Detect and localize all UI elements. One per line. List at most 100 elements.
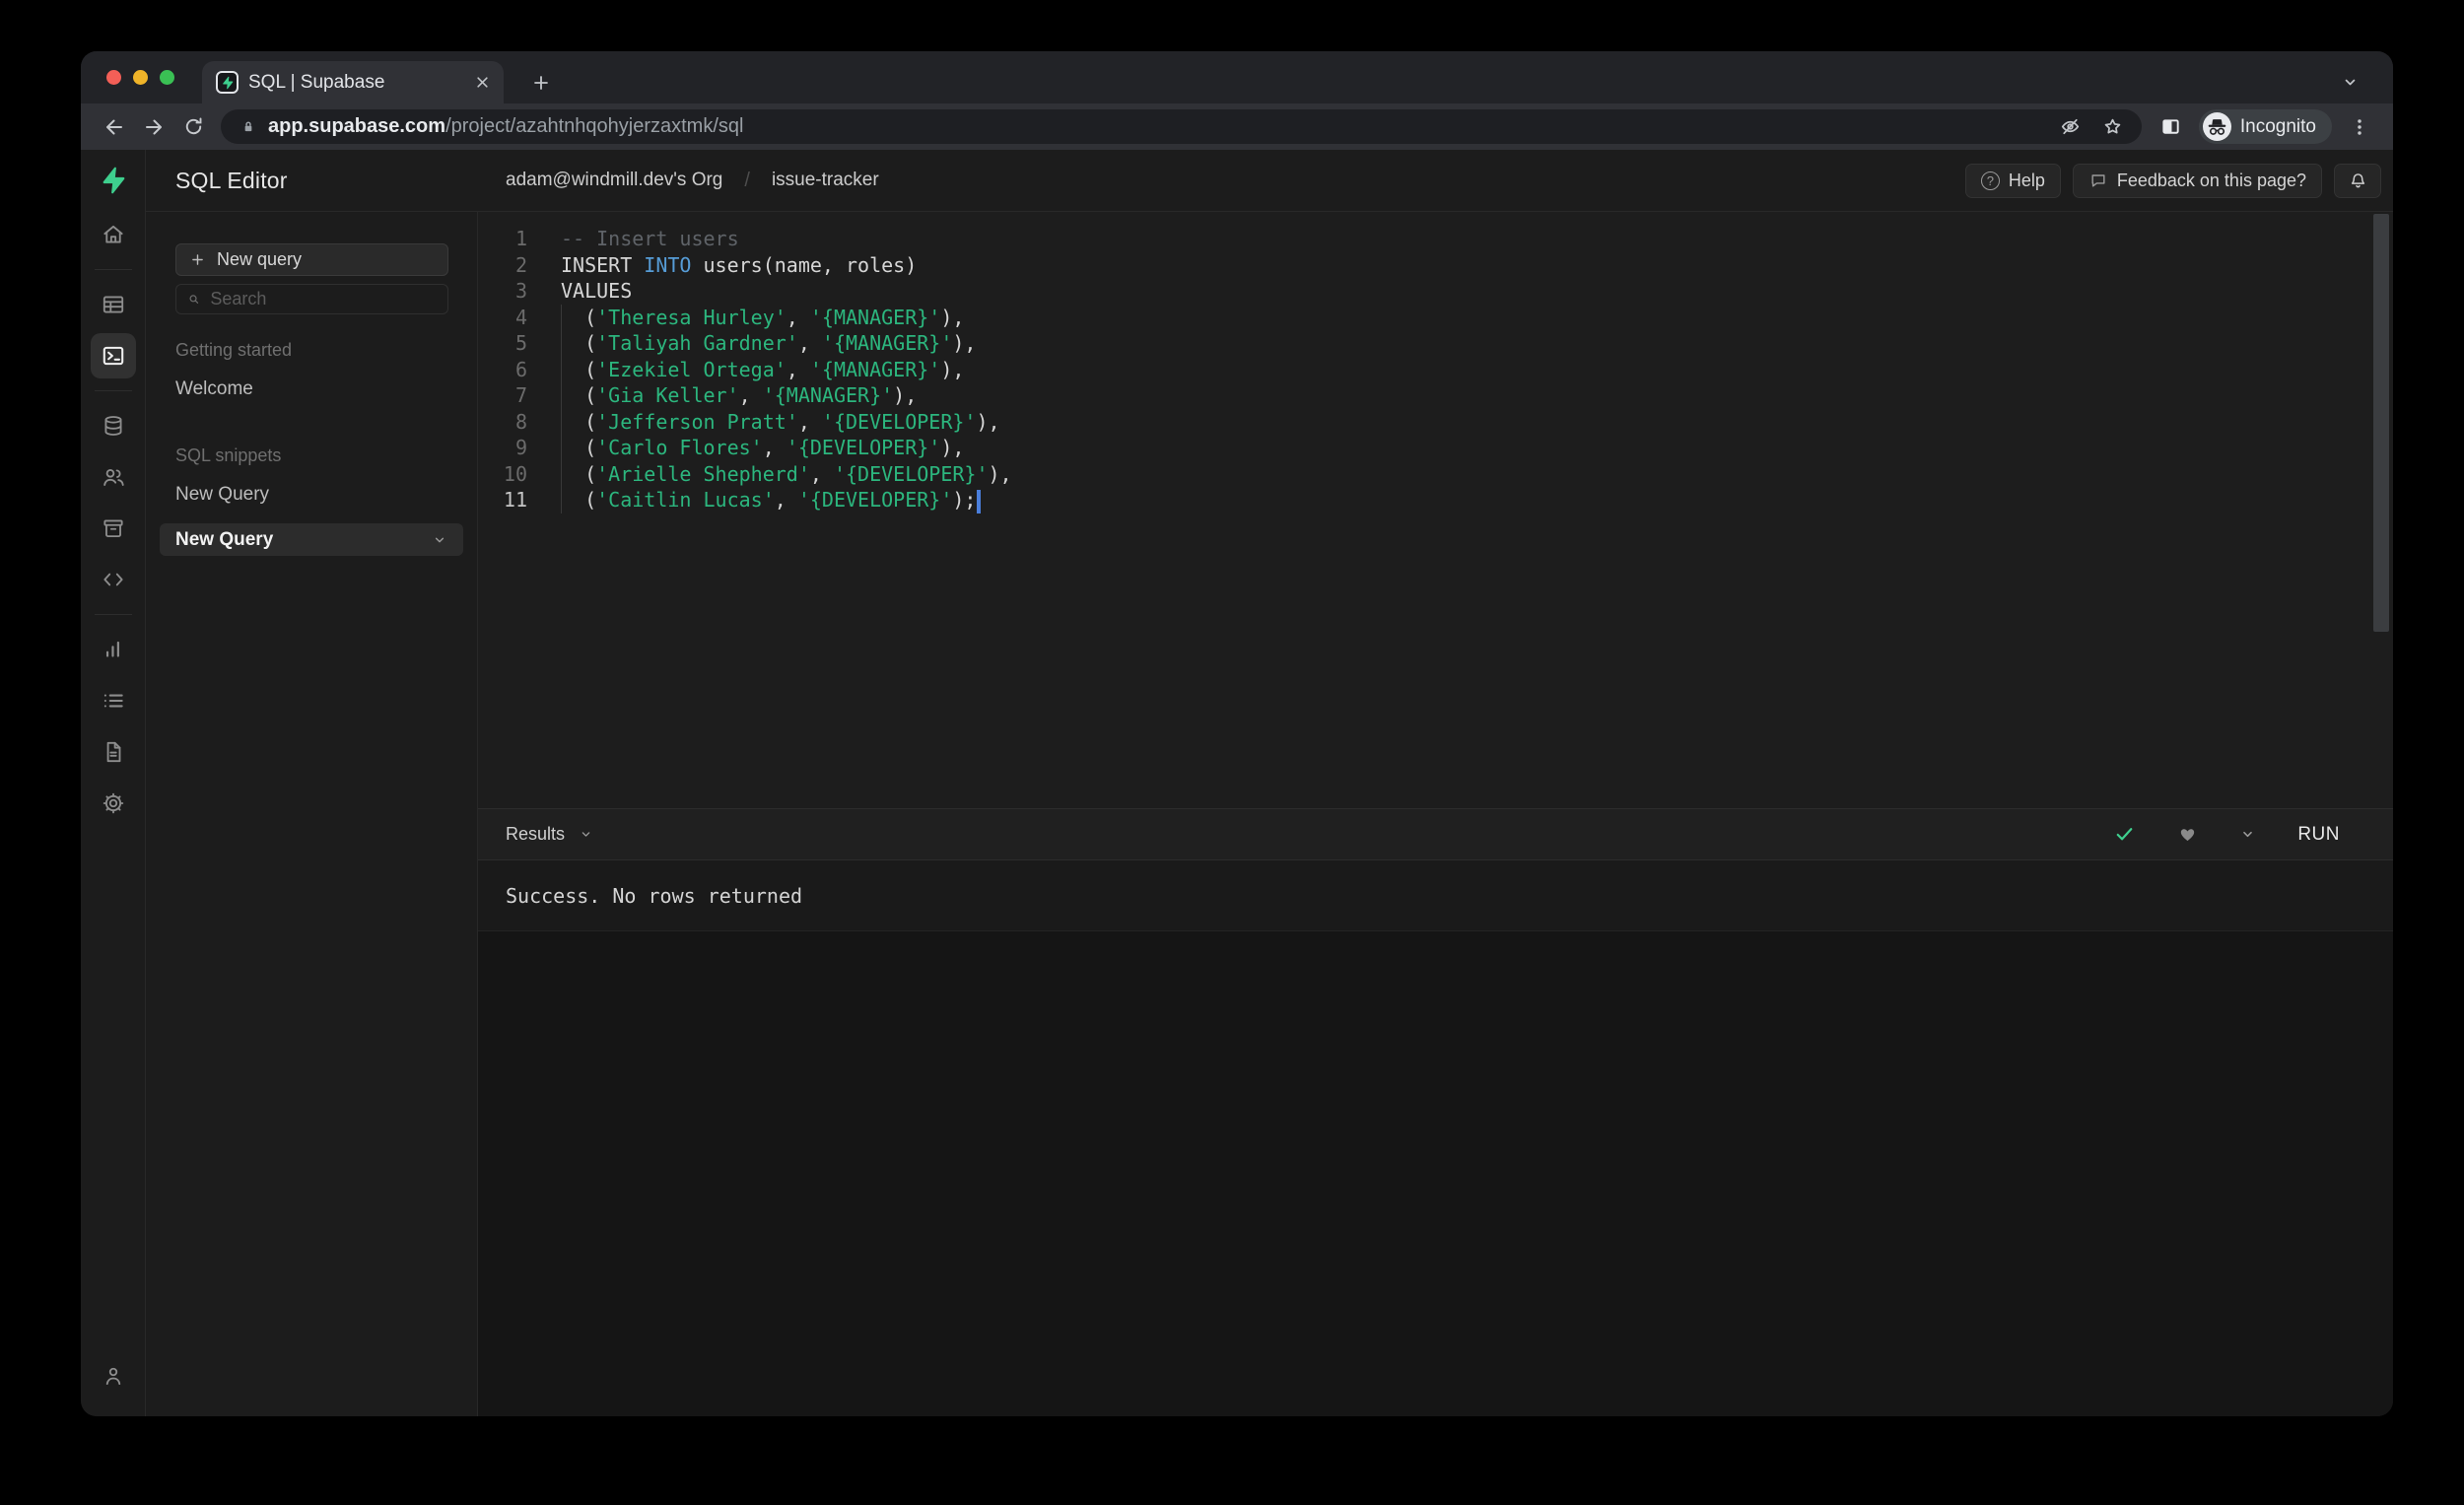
results-dropdown[interactable]: Results bbox=[506, 824, 593, 845]
logs-list-icon[interactable] bbox=[91, 678, 136, 723]
incognito-badge[interactable]: Incognito bbox=[2198, 109, 2332, 144]
code-line[interactable]: 2 INSERT INTO users(name, roles) bbox=[478, 252, 2393, 279]
reload-icon[interactable] bbox=[173, 107, 213, 147]
sidebar-item[interactable]: New Query bbox=[160, 523, 463, 556]
new-tab-icon[interactable] bbox=[521, 61, 561, 103]
chat-bubble-icon bbox=[2091, 174, 2105, 187]
chevron-down-icon bbox=[435, 537, 445, 542]
line-number: 7 bbox=[514, 383, 527, 407]
zoom-window-button[interactable] bbox=[160, 70, 174, 85]
breadcrumb-org[interactable]: adam@windmill.dev's Org bbox=[506, 170, 722, 191]
line-number: 4 bbox=[514, 305, 527, 329]
database-icon[interactable] bbox=[91, 403, 136, 448]
code-line[interactable]: 8 ('Jefferson Pratt', '{DEVELOPER}'), bbox=[478, 408, 2393, 436]
line-number: 9 bbox=[514, 436, 527, 459]
line-number: 2 bbox=[514, 252, 527, 277]
code-line[interactable]: 4 ('Theresa Hurley', '{MANAGER}'), bbox=[478, 304, 2393, 331]
macos-traffic-lights bbox=[81, 51, 174, 103]
sql-editor-icon[interactable] bbox=[90, 333, 136, 378]
code-line[interactable]: 3 VALUES bbox=[478, 278, 2393, 305]
sidebar-section-label: Getting started bbox=[175, 340, 293, 360]
code-line[interactable]: 9 ('Carlo Flores', '{DEVELOPER}'), bbox=[478, 435, 2393, 461]
line-number: 10 bbox=[503, 461, 527, 486]
settings-gear-icon[interactable] bbox=[91, 781, 136, 826]
reports-chart-icon[interactable] bbox=[91, 627, 136, 672]
close-tab-icon[interactable] bbox=[473, 73, 492, 92]
text-cursor bbox=[977, 489, 982, 513]
lock-icon bbox=[239, 117, 258, 137]
url-text: app.supabase.com/project/azahtnhqohyjerz… bbox=[268, 115, 2049, 138]
url-path: /project/azahtnhqohyjerzaxtmk/sql bbox=[445, 115, 744, 137]
code-line[interactable]: 1 -- Insert users bbox=[478, 226, 2393, 252]
line-number: 8 bbox=[514, 409, 527, 434]
help-button[interactable]: ? Help bbox=[1964, 163, 2061, 198]
main-panel: 1 -- Insert users 2 INSERT INTO users(name,… bbox=[478, 212, 2393, 1416]
address-bar[interactable]: app.supabase.com/project/azahtnhqohyjerz… bbox=[221, 109, 2142, 144]
success-check-icon bbox=[2117, 828, 2133, 841]
edge-functions-icon[interactable] bbox=[91, 557, 136, 602]
account-person-icon[interactable] bbox=[91, 1353, 136, 1399]
sidebar-item-label: Welcome bbox=[175, 378, 253, 399]
rail-divider bbox=[94, 269, 132, 270]
auth-users-icon[interactable] bbox=[91, 454, 136, 500]
line-text: ('Ezekiel Ortega', '{MANAGER}'), bbox=[561, 357, 965, 381]
table-editor-icon[interactable] bbox=[91, 282, 136, 327]
chevron-down-icon bbox=[582, 832, 590, 837]
line-number: 3 bbox=[514, 279, 527, 303]
bell-icon bbox=[2351, 172, 2364, 187]
breadcrumb-project[interactable]: issue-tracker bbox=[772, 170, 879, 191]
home-icon[interactable] bbox=[91, 212, 136, 257]
browser-window: SQL | Supabase app.supabase.com/project/… bbox=[81, 51, 2393, 1416]
eye-slash-icon[interactable] bbox=[2059, 115, 2082, 138]
run-button[interactable]: RUN bbox=[2297, 824, 2340, 846]
sidebar-section: Getting started Welcome bbox=[146, 340, 477, 410]
sidebar-item[interactable]: Welcome bbox=[146, 369, 477, 410]
code-line[interactable]: 11 ('Caitlin Lucas', '{DEVELOPER}'); bbox=[478, 487, 2393, 513]
sidebar-section: SQL snippets New Query New Query bbox=[146, 445, 477, 556]
bookmark-star-icon[interactable] bbox=[2101, 115, 2124, 138]
code-line[interactable]: 6 ('Ezekiel Ortega', '{MANAGER}'), bbox=[478, 356, 2393, 383]
close-window-button[interactable] bbox=[106, 70, 121, 85]
sidebar-item-label: New Query bbox=[175, 528, 274, 550]
feedback-button[interactable]: Feedback on this page? bbox=[2072, 163, 2322, 198]
search-input[interactable] bbox=[210, 289, 438, 309]
help-label: Help bbox=[2008, 170, 2045, 190]
browser-menu-icon[interactable] bbox=[2340, 107, 2379, 147]
side-panel-icon[interactable] bbox=[2152, 107, 2191, 147]
run-options-chevron-icon[interactable] bbox=[2239, 826, 2256, 843]
line-text: ('Taliyah Gardner', '{MANAGER}'), bbox=[561, 331, 977, 355]
sidebar-item-label: New Query bbox=[175, 484, 270, 505]
browser-toolbar: app.supabase.com/project/azahtnhqohyjerz… bbox=[81, 103, 2393, 150]
rail-divider bbox=[94, 390, 132, 391]
code-line[interactable]: 7 ('Gia Keller', '{MANAGER}'), bbox=[478, 382, 2393, 409]
app-header: SQL Editor adam@windmill.dev's Org / iss… bbox=[146, 150, 2393, 212]
new-query-button[interactable]: New query bbox=[175, 243, 448, 276]
forward-icon[interactable] bbox=[134, 107, 173, 147]
page-title: SQL Editor bbox=[175, 167, 288, 193]
docs-file-icon[interactable] bbox=[91, 729, 136, 775]
code-line[interactable]: 10 ('Arielle Shepherd', '{DEVELOPER}'), bbox=[478, 460, 2393, 488]
sidebar-item[interactable]: New Query bbox=[146, 474, 477, 515]
back-icon[interactable] bbox=[95, 107, 134, 147]
supabase-logo-icon[interactable] bbox=[99, 166, 128, 195]
browser-tab[interactable]: SQL | Supabase bbox=[202, 61, 504, 103]
storage-icon[interactable] bbox=[91, 506, 136, 551]
notifications-button[interactable] bbox=[2334, 163, 2381, 198]
line-text: ('Jefferson Pratt', '{DEVELOPER}'), bbox=[561, 409, 1000, 434]
new-query-label: New query bbox=[217, 249, 303, 269]
line-text: -- Insert users bbox=[561, 227, 739, 250]
favorite-heart-icon[interactable] bbox=[2177, 824, 2198, 845]
incognito-label: Incognito bbox=[2239, 115, 2316, 137]
sidebar-section-label: SQL snippets bbox=[175, 445, 282, 465]
results-toolbar: Results RUN bbox=[478, 808, 2393, 860]
sql-code-editor[interactable]: 1 -- Insert users 2 INSERT INTO users(name,… bbox=[478, 212, 2393, 808]
tab-search-chevron-icon[interactable] bbox=[2330, 61, 2369, 103]
minimize-window-button[interactable] bbox=[133, 70, 148, 85]
line-text: ('Carlo Flores', '{DEVELOPER}'), bbox=[561, 436, 965, 459]
tab-title: SQL | Supabase bbox=[248, 71, 385, 93]
line-number: 11 bbox=[503, 488, 527, 512]
code-line[interactable]: 5 ('Taliyah Gardner', '{MANAGER}'), bbox=[478, 330, 2393, 357]
editor-scrollbar-thumb[interactable] bbox=[2373, 214, 2389, 632]
supabase-favicon-icon bbox=[216, 71, 239, 94]
incognito-icon bbox=[2202, 112, 2231, 141]
